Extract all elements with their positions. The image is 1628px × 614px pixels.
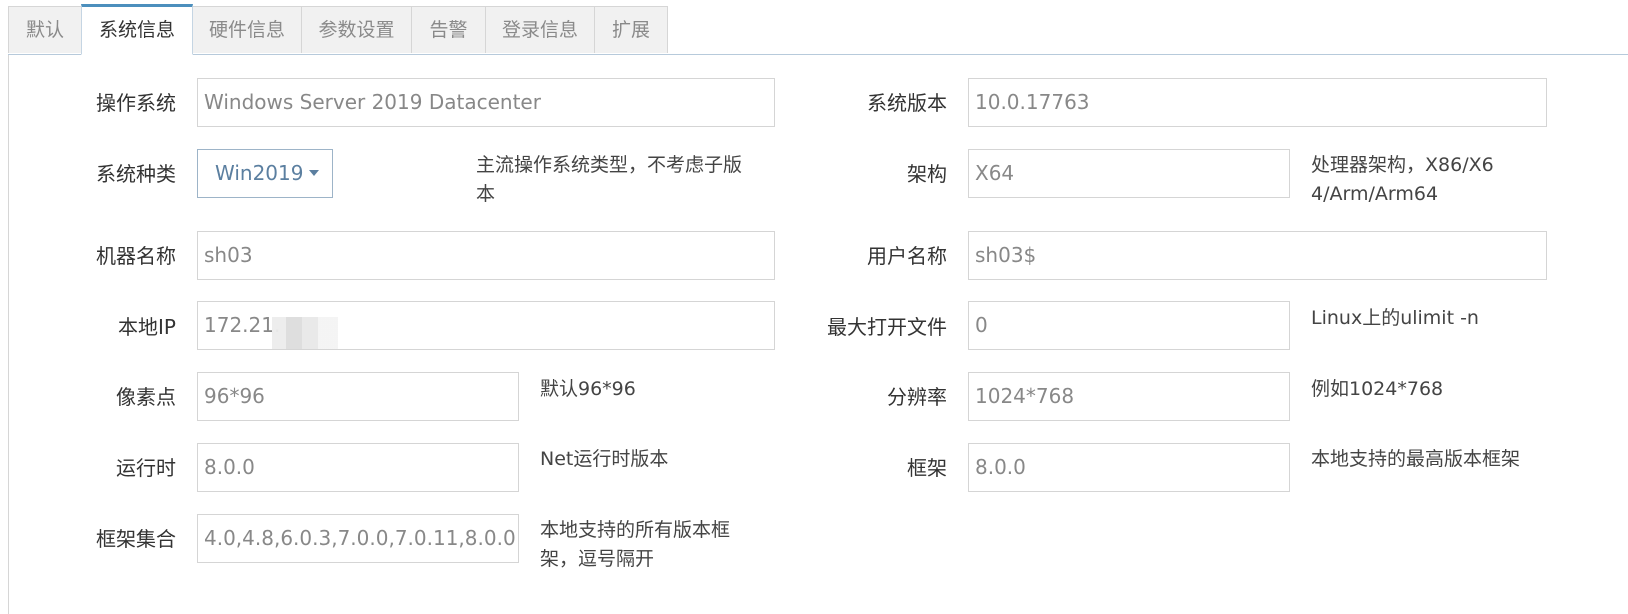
frameworks-field[interactable]: 4.0,4.8,6.0.3,7.0.0,7.0.11,8.0.0 [197, 514, 519, 563]
tab-parameter-settings[interactable]: 参数设置 [301, 6, 412, 53]
machine-name-label: 机器名称 [96, 244, 176, 268]
os-kind-label: 系统种类 [96, 162, 176, 186]
max-open-files-field[interactable]: 0 [968, 301, 1290, 350]
os-version-label: 系统版本 [867, 91, 947, 115]
caret-down-icon [309, 169, 320, 176]
tab-extension[interactable]: 扩展 [594, 6, 668, 53]
os-label: 操作系统 [96, 91, 176, 115]
os-kind-select[interactable]: Win2019 [197, 149, 333, 198]
machine-name-field[interactable]: sh03 [197, 231, 775, 280]
arch-label: 架构 [907, 162, 947, 186]
dpi-label: 像素点 [116, 385, 176, 409]
framework-help: 本地支持的最高版本框架 [1311, 448, 1521, 470]
tab-alarm[interactable]: 告警 [411, 6, 486, 53]
dpi-help: 默认96*96 [540, 378, 636, 400]
framework-label: 框架 [907, 456, 947, 480]
resolution-help: 例如1024*768 [1311, 378, 1444, 400]
panel-left-border [8, 55, 9, 614]
frameworks-help: 本地支持的所有版本框架，逗号隔开 [540, 519, 731, 570]
resolution-label: 分辨率 [887, 385, 947, 409]
dpi-field[interactable]: 96*96 [197, 372, 519, 421]
user-name-field[interactable]: sh03$ [968, 231, 1547, 280]
tab-login-info[interactable]: 登录信息 [485, 6, 595, 53]
tab-default[interactable]: 默认 [8, 6, 82, 53]
os-kind-value: Win2019 [215, 161, 304, 185]
max-open-files-help: Linux上的ulimit -n [1311, 307, 1479, 329]
os-kind-help: 主流操作系统类型，不考虑子版本 [476, 154, 743, 205]
resolution-field[interactable]: 1024*768 [968, 372, 1290, 421]
frameworks-label: 框架集合 [96, 527, 176, 551]
tab-hardware-info[interactable]: 硬件信息 [192, 6, 302, 53]
arch-field[interactable]: X64 [968, 149, 1290, 198]
user-name-label: 用户名称 [867, 244, 947, 268]
runtime-label: 运行时 [116, 456, 176, 480]
os-field[interactable]: Windows Server 2019 Datacenter [197, 78, 775, 127]
local-ip-label: 本地IP [118, 315, 176, 339]
tab-underline [8, 54, 1628, 55]
os-version-field[interactable]: 10.0.17763 [968, 78, 1547, 127]
runtime-field[interactable]: 8.0.0 [197, 443, 519, 492]
arch-help: 处理器架构，X86/X64/Arm/Arm64 [1311, 154, 1494, 205]
tab-system-info[interactable]: 系统信息 [81, 4, 193, 55]
runtime-help: Net运行时版本 [540, 448, 669, 470]
max-open-files-label: 最大打开文件 [827, 315, 947, 339]
tab-bar: 默认 系统信息 硬件信息 参数设置 告警 登录信息 扩展 [0, 0, 1628, 56]
framework-field[interactable]: 8.0.0 [968, 443, 1290, 492]
redaction-mask [272, 317, 338, 349]
